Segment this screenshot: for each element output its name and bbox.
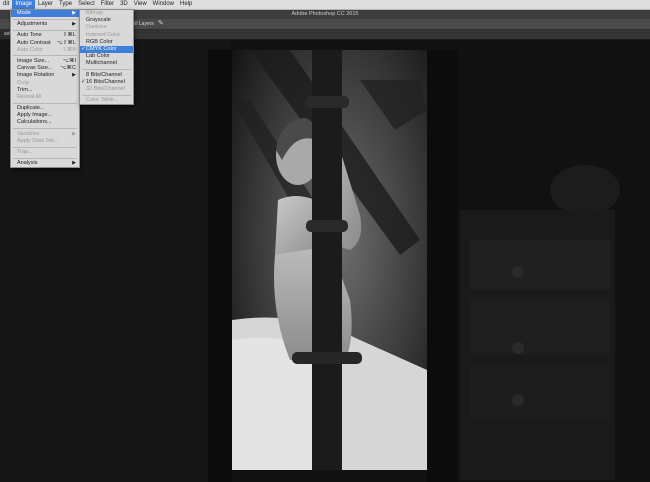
menu-separator <box>13 29 77 31</box>
menu-item-duplicate[interactable]: Duplicate... <box>11 105 79 112</box>
mode-item-indexed-color-label: Indexed Color <box>86 31 121 38</box>
mode-item-grayscale[interactable]: Grayscale <box>80 17 133 24</box>
mode-item-color-table-label: Color Table... <box>86 97 119 104</box>
menu-3d[interactable]: 3D <box>117 0 131 9</box>
menu-item-reveal-all: Reveal All <box>11 94 79 101</box>
menu-item-canvas-size-label: Canvas Size... <box>17 65 53 72</box>
menu-item-image-size-label: Image Size... <box>17 57 50 64</box>
shortcut-auto-color: ⇧⌘B <box>62 46 76 53</box>
menu-separator <box>82 69 131 70</box>
menu-item-duplicate-label: Duplicate... <box>17 105 45 112</box>
document-canvas[interactable] <box>0 40 650 482</box>
mode-item-16-bits-label: 16 Bits/Channel <box>86 78 125 85</box>
mode-item-color-table: Color Table... <box>80 97 133 104</box>
menu-type[interactable]: Type <box>56 0 75 9</box>
submenu-arrow-icon: ▶ <box>72 10 76 16</box>
mode-submenu: Bitmap Grayscale Duotone Indexed Color R… <box>79 9 134 106</box>
submenu-arrow-icon: ▶ <box>72 21 76 28</box>
menu-item-analysis[interactable]: Analysis ▶ <box>11 160 79 167</box>
menu-separator <box>13 157 77 159</box>
image-menu: Mode ▶ Adjustments ▶ Auto Tone ⇧⌘L Auto Con… <box>10 9 80 169</box>
menu-item-apply-image-label: Apply Image... <box>17 112 53 119</box>
menu-separator <box>13 102 77 104</box>
menu-edit[interactable]: dit <box>0 0 12 9</box>
menu-item-calculations[interactable]: Calculations... <box>11 119 79 126</box>
menu-window[interactable]: Window <box>150 0 177 9</box>
mode-item-32-bits: 32 Bits/Channel <box>80 86 133 93</box>
photo-image <box>0 40 650 482</box>
mode-item-8-bits[interactable]: 8 Bits/Channel <box>80 72 133 79</box>
menu-item-canvas-size[interactable]: Canvas Size... ⌥⌘C <box>11 65 79 72</box>
mode-item-cmyk-color[interactable]: ✓ CMYK Color <box>80 45 133 54</box>
shortcut-auto-contrast: ⌥⇧⌘L <box>56 39 76 46</box>
menu-item-variables: Variables ▶ <box>11 131 79 138</box>
menu-help[interactable]: Help <box>177 0 195 9</box>
menu-layer[interactable]: Layer <box>35 0 56 9</box>
menu-item-trap-label: Trap... <box>17 149 33 155</box>
menu-separator <box>13 146 77 148</box>
menu-item-auto-tone-label: Auto Tone <box>17 32 42 39</box>
mode-item-duotone-label: Duotone <box>86 24 107 31</box>
mode-item-duotone: Duotone <box>80 24 133 31</box>
mode-item-grayscale-label: Grayscale <box>86 17 111 24</box>
menu-item-auto-color-label: Auto Color <box>17 46 43 53</box>
menu-item-image-rotation[interactable]: Image Rotation ▶ <box>11 72 79 79</box>
submenu-arrow-icon: ▶ <box>72 160 76 167</box>
menu-item-crop: Crop <box>11 80 79 87</box>
mode-item-lab-color[interactable]: Lab Color <box>80 53 133 60</box>
menu-item-auto-tone[interactable]: Auto Tone ⇧⌘L <box>11 32 79 39</box>
mode-item-8-bits-label: 8 Bits/Channel <box>86 71 122 78</box>
menu-separator <box>82 94 131 96</box>
menu-item-trim-label: Trim... <box>17 86 33 93</box>
submenu-arrow-icon: ▶ <box>72 72 76 79</box>
mode-item-cmyk-color-label: CMYK Color <box>86 45 117 52</box>
menu-item-reveal-all-label: Reveal All <box>17 93 42 100</box>
menu-item-apply-data-set-label: Apply Data Set... <box>17 137 59 144</box>
menu-item-crop-label: Crop <box>17 79 29 86</box>
menu-separator <box>13 55 77 57</box>
menu-item-apply-data-set: Apply Data Set... <box>11 138 79 145</box>
menu-item-trim[interactable]: Trim... <box>11 87 79 94</box>
submenu-arrow-icon: ▶ <box>72 130 76 137</box>
menu-separator <box>13 18 77 20</box>
mode-item-16-bits[interactable]: ✓ 16 Bits/Channel <box>80 79 133 86</box>
menu-separator <box>13 128 77 130</box>
menu-item-auto-color: Auto Color ⇧⌘B <box>11 47 79 54</box>
menu-item-mode[interactable]: Mode ▶ <box>11 10 79 18</box>
menu-item-trap: Trap... <box>11 149 79 156</box>
menu-item-apply-image[interactable]: Apply Image... <box>11 112 79 119</box>
menu-item-calculations-label: Calculations... <box>17 119 52 126</box>
menu-filter[interactable]: Filter <box>98 0 117 9</box>
menu-view[interactable]: View <box>131 0 150 9</box>
mode-item-multichannel-label: Multichannel <box>86 60 117 67</box>
mode-item-32-bits-label: 32 Bits/Channel <box>86 85 125 92</box>
mode-item-rgb-color-label: RGB Color <box>86 38 113 45</box>
menu-item-mode-label: Mode <box>17 10 31 16</box>
checkmark-icon: ✓ <box>81 45 86 52</box>
menu-item-auto-contrast[interactable]: Auto Contrast ⌥⇧⌘L <box>11 40 79 47</box>
mode-item-rgb-color[interactable]: RGB Color <box>80 39 133 46</box>
shortcut-auto-tone: ⇧⌘L <box>62 32 76 39</box>
menu-item-auto-contrast-label: Auto Contrast <box>17 39 51 46</box>
menu-item-adjustments[interactable]: Adjustments ▶ <box>11 21 79 28</box>
menu-image[interactable]: Image <box>12 0 36 9</box>
menu-item-adjustments-label: Adjustments <box>17 21 48 28</box>
menu-item-image-rotation-label: Image Rotation <box>17 72 55 79</box>
mode-item-indexed-color: Indexed Color <box>80 32 133 39</box>
menu-item-variables-label: Variables <box>17 130 40 137</box>
shortcut-canvas-size: ⌥⌘C <box>60 65 76 72</box>
checkmark-icon: ✓ <box>81 78 86 85</box>
mode-item-bitmap: Bitmap <box>80 10 133 17</box>
mode-item-bitmap-label: Bitmap <box>86 10 104 16</box>
mode-item-lab-color-label: Lab Color <box>86 53 110 60</box>
mode-item-multichannel[interactable]: Multichannel <box>80 60 133 67</box>
menu-item-analysis-label: Analysis <box>17 160 38 167</box>
brush-icon[interactable]: ✎ <box>158 20 164 28</box>
menu-select[interactable]: Select <box>75 0 98 9</box>
